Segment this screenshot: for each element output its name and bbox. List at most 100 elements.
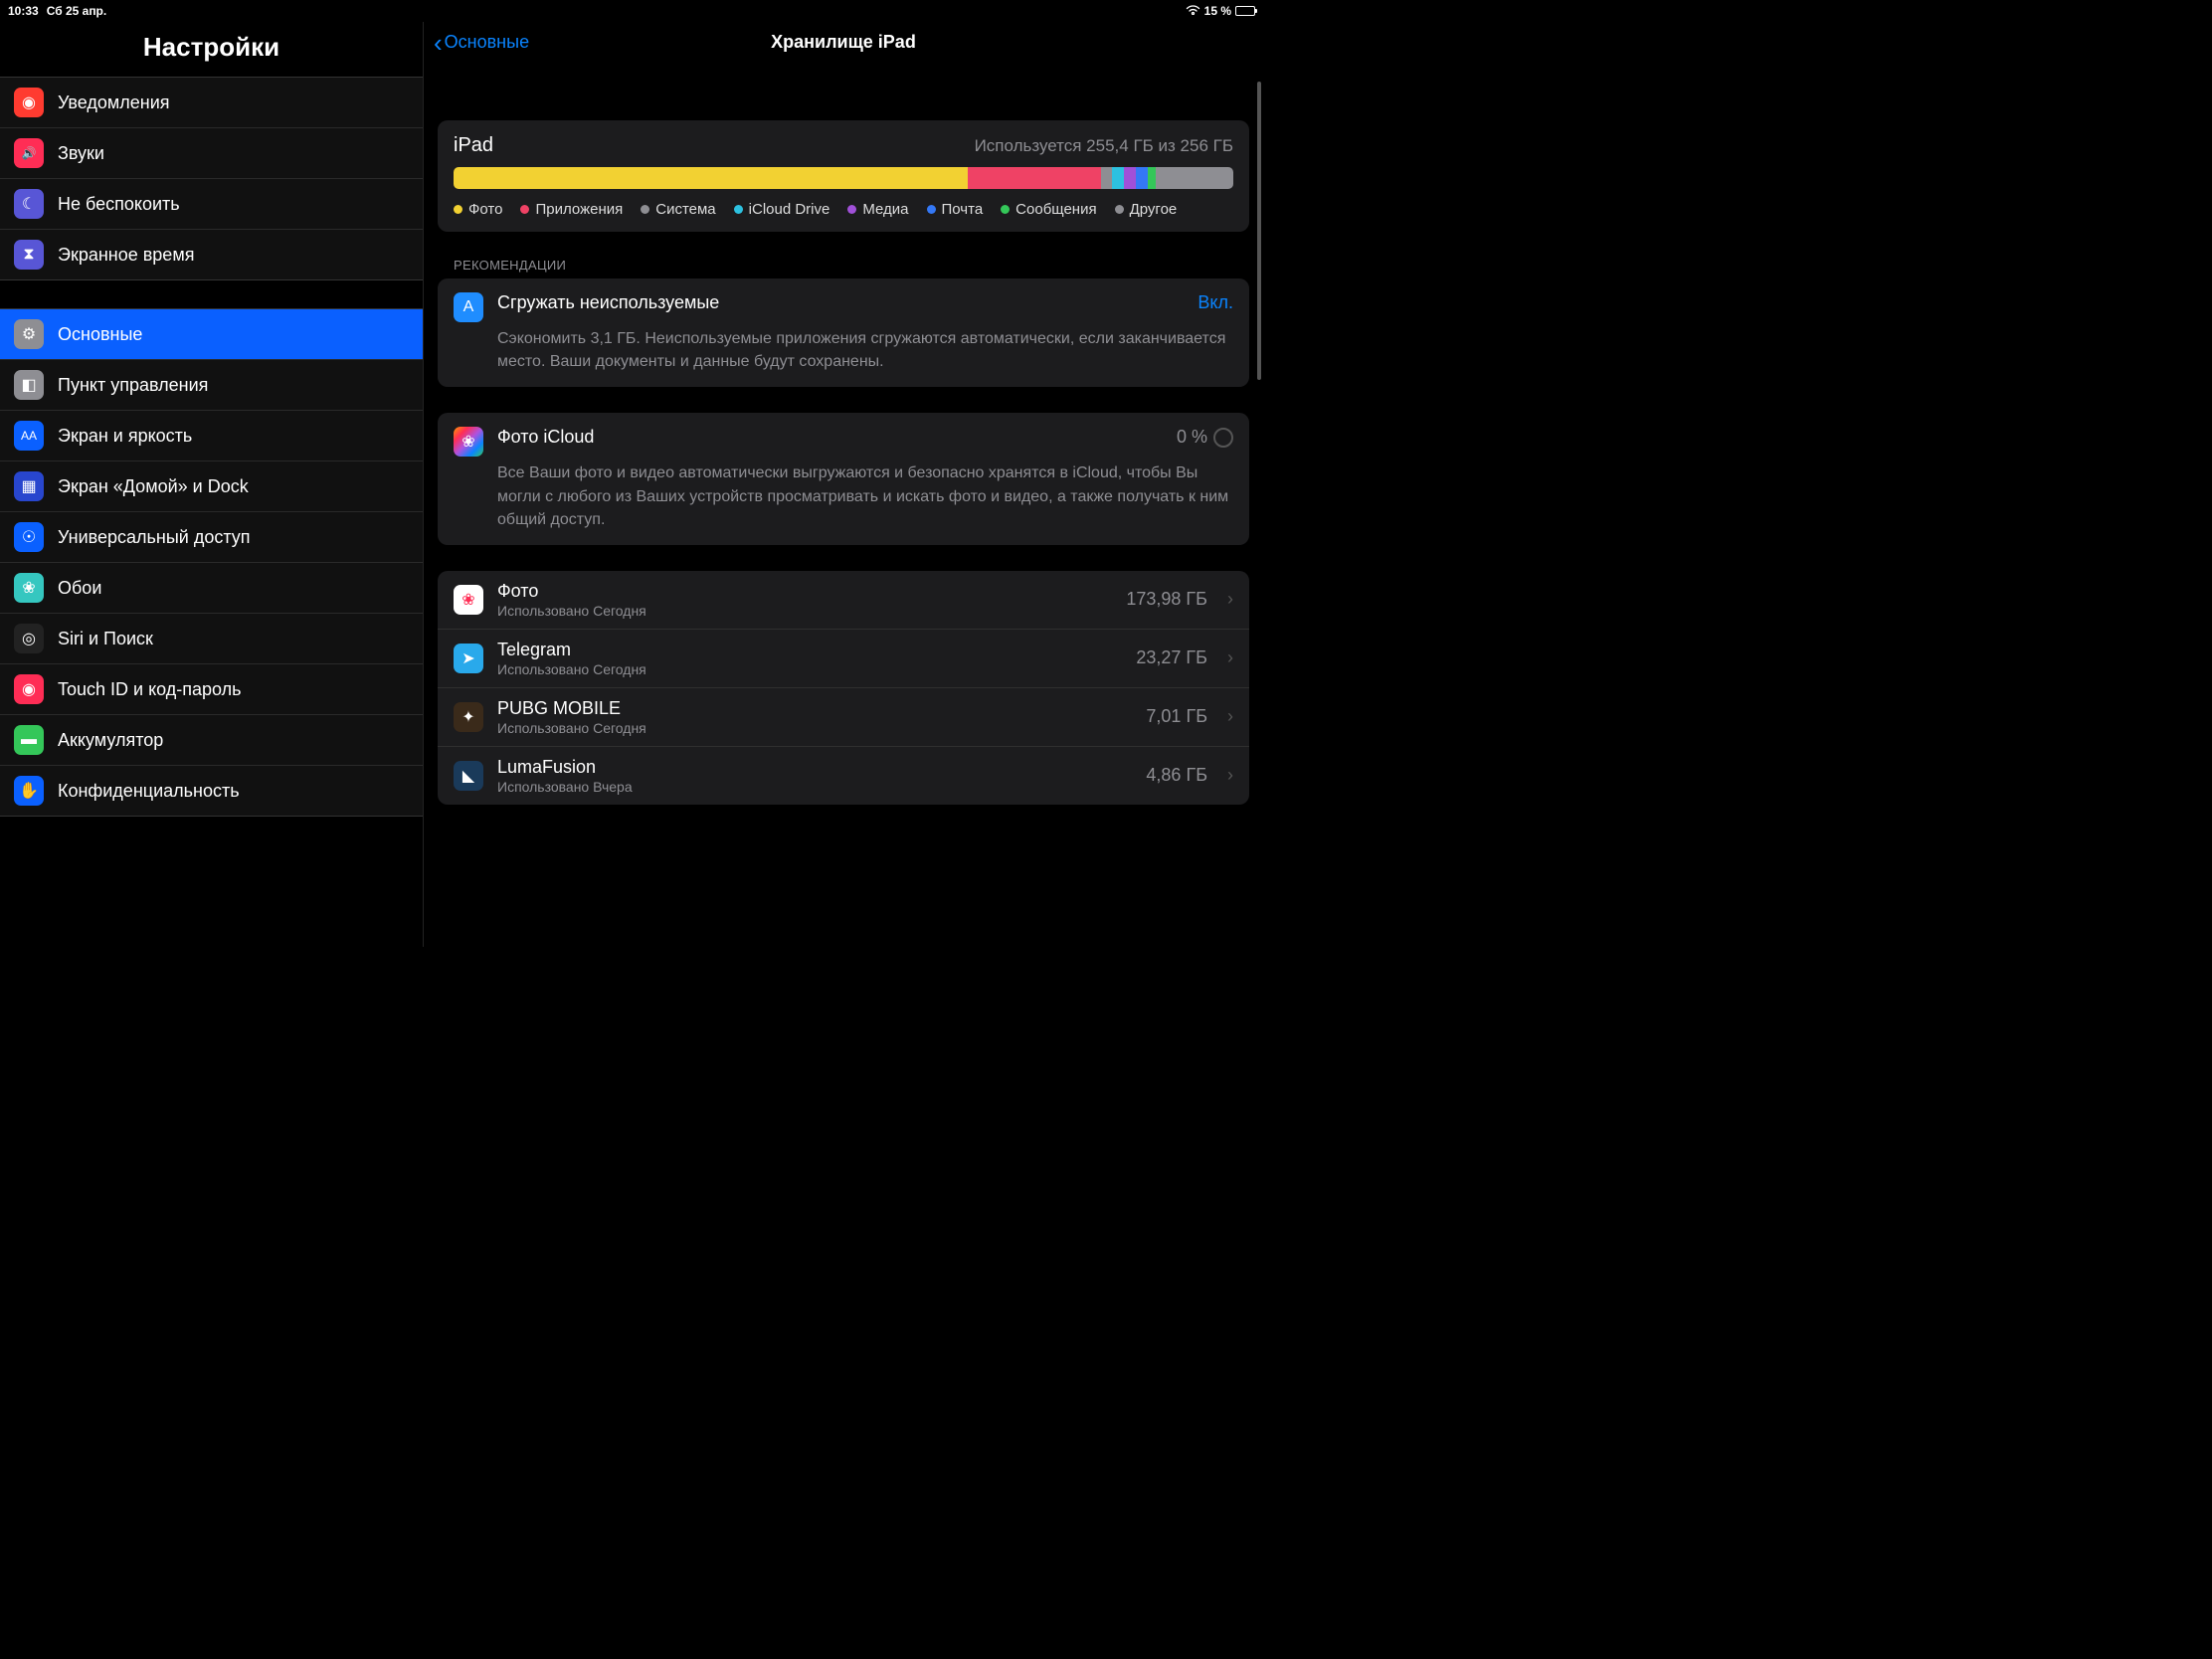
scroll-indicator[interactable] <box>1257 82 1261 380</box>
chevron-right-icon: › <box>1227 706 1233 727</box>
legend-item: iCloud Drive <box>734 201 830 218</box>
privacy-icon: ✋ <box>14 776 44 806</box>
sidebar-item-wallpaper[interactable]: ❀Обои <box>0 563 423 614</box>
sidebar-item-label: Siri и Поиск <box>58 629 153 649</box>
legend-dot-icon <box>1001 205 1010 214</box>
legend-label: Фото <box>468 201 502 218</box>
sidebar-item-dnd[interactable]: ☾ Не беспокоить <box>0 179 423 230</box>
sidebar-item-label: Не беспокоить <box>58 194 180 215</box>
sidebar-item-label: Экран «Домой» и Dock <box>58 476 249 497</box>
storage-segment <box>1112 167 1124 189</box>
recommendation-status: 0 % <box>1177 427 1233 448</box>
legend-label: Медиа <box>862 201 908 218</box>
back-button[interactable]: ‹ Основные <box>434 30 529 56</box>
legend-label: Приложения <box>535 201 623 218</box>
progress-ring-icon <box>1213 428 1233 448</box>
recommendation-status: Вкл. <box>1198 292 1233 313</box>
recommendation-icloud-photo[interactable]: ❀Фото iCloud0 %Все Ваши фото и видео авт… <box>438 413 1249 545</box>
storage-legend: Фото Приложения Система iCloud Drive Медиа По… <box>438 189 1249 232</box>
legend-item: Система <box>641 201 715 218</box>
storage-segment <box>1101 167 1113 189</box>
battery-icon <box>1235 6 1255 16</box>
recommendations-header: РЕКОМЕНДАЦИИ <box>454 258 1233 273</box>
settings-sidebar: Настройки ◉Уведомления🔊Звуки☾Не беспокои… <box>0 22 424 947</box>
sidebar-item-notifications[interactable]: ◉Уведомления <box>0 78 423 128</box>
sidebar-item-touchid[interactable]: ◉Touch ID и код-пароль <box>0 664 423 715</box>
legend-label: Система <box>655 201 715 218</box>
sidebar-item-label: Экран и яркость <box>58 426 192 447</box>
wallpaper-icon: ❀ <box>14 573 44 603</box>
app-size: 23,27 ГБ <box>1136 647 1207 668</box>
legend-label: Сообщения <box>1015 201 1096 218</box>
main-pane: ‹ Основные Хранилище iPad iPad Используе… <box>424 22 1263 947</box>
app-size: 173,98 ГБ <box>1126 589 1207 610</box>
wifi-icon <box>1186 4 1200 18</box>
sidebar-item-general[interactable]: ⚙Основные <box>0 309 423 360</box>
status-bar: 10:33 Сб 25 апр. 15 % <box>0 0 1263 22</box>
legend-dot-icon <box>847 205 856 214</box>
recommendation-offload[interactable]: AСгружать неиспользуемыеВкл.Сэкономить 3… <box>438 278 1249 387</box>
legend-item: Почта <box>927 201 984 218</box>
dnd-icon: ☾ <box>14 189 44 219</box>
general-icon: ⚙ <box>14 319 44 349</box>
app-name: LumaFusion <box>497 757 1132 778</box>
screentime-icon: ⧗ <box>14 240 44 270</box>
app-last-used: Использовано Вчера <box>497 779 1132 795</box>
sidebar-item-privacy[interactable]: ✋ Конфиденциальность <box>0 766 423 816</box>
sidebar-item-siri[interactable]: ◎Siri и Поиск <box>0 614 423 664</box>
sidebar-item-label: Конфиденциальность <box>58 781 240 802</box>
page-title: Хранилище iPad <box>771 32 916 53</box>
home-icon: ▦ <box>14 471 44 501</box>
app-last-used: Использовано Сегодня <box>497 603 1112 619</box>
app-icon: ✦ <box>454 702 483 732</box>
legend-item: Медиа <box>847 201 908 218</box>
sidebar-item-label: Пункт управления <box>58 375 208 396</box>
storage-segment <box>1136 167 1148 189</box>
sidebar-item-screentime[interactable]: ⧗ Экранное время <box>0 230 423 279</box>
sidebar-item-label: Экранное время <box>58 245 194 266</box>
app-row[interactable]: ◣LumaFusionИспользовано Вчера4,86 ГБ› <box>438 747 1249 805</box>
recommendation-desc: Все Ваши фото и видео автоматически выгр… <box>497 461 1233 531</box>
app-row[interactable]: ❀ ФотоИспользовано Сегодня 173,98 ГБ › <box>438 571 1249 630</box>
sidebar-item-sounds[interactable]: 🔊Звуки <box>0 128 423 179</box>
storage-segment <box>1148 167 1156 189</box>
legend-item: Другое <box>1115 201 1178 218</box>
sidebar-item-display[interactable]: AAЭкран и яркость <box>0 411 423 461</box>
storage-used-text: Используется 255,4 ГБ из 256 ГБ <box>975 136 1233 156</box>
sidebar-item-home[interactable]: ▦ Экран «Домой» и Dock <box>0 461 423 512</box>
app-size: 7,01 ГБ <box>1146 706 1207 727</box>
storage-segment <box>968 167 1100 189</box>
status-time: 10:33 <box>8 4 39 18</box>
legend-dot-icon <box>454 205 462 214</box>
app-last-used: Использовано Сегодня <box>497 661 1122 677</box>
legend-label: Почта <box>942 201 984 218</box>
legend-dot-icon <box>734 205 743 214</box>
app-name: Фото <box>497 581 1112 602</box>
sidebar-item-accessibility[interactable]: ☉Универсальный доступ <box>0 512 423 563</box>
app-icon: ❀ <box>454 585 483 615</box>
app-icon: ➤ <box>454 644 483 673</box>
legend-label: iCloud Drive <box>749 201 830 218</box>
sidebar-item-control-center[interactable]: ◧ Пункт управления <box>0 360 423 411</box>
legend-label: Другое <box>1130 201 1178 218</box>
sidebar-item-battery[interactable]: ▬ Аккумулятор <box>0 715 423 766</box>
legend-item: Приложения <box>520 201 623 218</box>
app-row[interactable]: ✦PUBG MOBILEИспользовано Сегодня7,01 ГБ› <box>438 688 1249 747</box>
recommendation-desc: Сэкономить 3,1 ГБ. Неиспользуемые прилож… <box>497 327 1233 373</box>
legend-item: Фото <box>454 201 502 218</box>
legend-item: Сообщения <box>1001 201 1096 218</box>
chevron-left-icon: ‹ <box>434 30 443 56</box>
sidebar-item-label: Аккумулятор <box>58 730 163 751</box>
device-name: iPad <box>454 134 493 157</box>
icloud-photo-icon: ❀ <box>454 427 483 457</box>
app-row[interactable]: ➤ TelegramИспользовано Сегодня 23,27 ГБ › <box>438 630 1249 688</box>
chevron-right-icon: › <box>1227 647 1233 668</box>
storage-segment <box>454 167 968 189</box>
legend-dot-icon <box>1115 205 1124 214</box>
storage-bar <box>454 167 1233 189</box>
chevron-right-icon: › <box>1227 589 1233 610</box>
battery-icon: ▬ <box>14 725 44 755</box>
control-center-icon: ◧ <box>14 370 44 400</box>
accessibility-icon: ☉ <box>14 522 44 552</box>
app-name: Telegram <box>497 640 1122 660</box>
